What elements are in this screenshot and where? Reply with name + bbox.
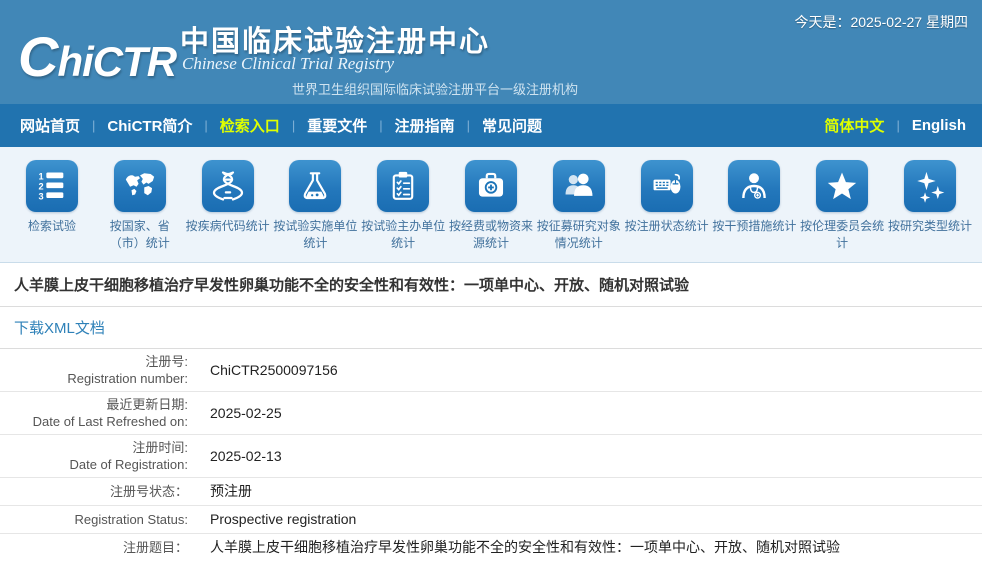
stat-item-3[interactable]: 按试验实施单位统计 xyxy=(273,160,357,262)
row-value: 2025-02-25 xyxy=(200,405,982,422)
row-label: Registration Status: xyxy=(0,511,200,528)
today-date: 今天是：2025-02-27 星期四 xyxy=(794,12,968,32)
world-map-icon xyxy=(114,160,166,212)
nav-item-3[interactable]: 重要文件 xyxy=(307,115,367,136)
nav-item-2[interactable]: 检索入口 xyxy=(220,115,280,136)
row-value: 人羊膜上皮干细胞移植治疗早发性卵巢功能不全的安全性和有效性：一项单中心、开放、随… xyxy=(200,539,982,556)
lang-item-1[interactable]: English xyxy=(912,117,966,134)
stat-item-5[interactable]: 按经费或物资来源统计 xyxy=(449,160,533,262)
row-value: 2025-02-13 xyxy=(200,448,982,465)
row-label: 注册号:Registration number: xyxy=(0,353,200,387)
table-row: 注册号状态： 预注册 xyxy=(0,478,982,506)
stat-label: 按干预措施统计 xyxy=(712,218,796,235)
row-label-en: Date of Last Refreshed on: xyxy=(0,413,188,430)
stat-item-7[interactable]: 按注册状态统计 xyxy=(625,160,709,262)
dna-icon xyxy=(202,160,254,212)
stat-label: 按试验主办单位统计 xyxy=(361,218,445,252)
stat-label: 按试验实施单位统计 xyxy=(273,218,357,252)
row-label-zh: 注册号: xyxy=(0,353,188,370)
stat-item-2[interactable]: 按疾病代码统计 xyxy=(186,160,270,262)
lang-item-0[interactable]: 简体中文 xyxy=(824,115,884,136)
nav-separator: | xyxy=(379,118,382,133)
nav-menu: 网站首页 | ChiCTR简介 | 检索入口 | 重要文件 | 注册指南 | 常见问题 xyxy=(20,115,542,136)
stat-label: 按研究类型统计 xyxy=(888,218,972,235)
row-label-zh: 最近更新日期: xyxy=(0,396,188,413)
row-label: 注册题目： xyxy=(0,539,200,556)
logo-letter-c: C xyxy=(18,25,57,88)
table-row: 最近更新日期:Date of Last Refreshed on:2025-02… xyxy=(0,392,982,435)
people-icon xyxy=(553,160,605,212)
detail-table: 注册号:Registration number:ChiCTR2500097156… xyxy=(0,349,982,561)
page-title: 人羊膜上皮干细胞移植治疗早发性卵巢功能不全的安全性和有效性：一项单中心、开放、随… xyxy=(0,263,982,307)
nav-separator: | xyxy=(467,118,470,133)
star-icon xyxy=(816,160,868,212)
table-row: 注册号:Registration number:ChiCTR2500097156 xyxy=(0,349,982,392)
page-header: ChiCTR 中国临床试验注册中心 Chinese Clinical Trial… xyxy=(0,0,982,104)
numbered-list-icon: 123 xyxy=(26,160,78,212)
sparkles-icon xyxy=(904,160,956,212)
row-value: 预注册 xyxy=(200,483,982,500)
logo-letters: hiCTR xyxy=(57,38,176,85)
row-label-zh: 注册题目： xyxy=(0,539,188,556)
stat-item-6[interactable]: 按征募研究对象情况统计 xyxy=(537,160,621,262)
nav-item-0[interactable]: 网站首页 xyxy=(20,115,80,136)
clipboard-icon xyxy=(377,160,429,212)
nav-item-4[interactable]: 注册指南 xyxy=(395,115,455,136)
nav-item-5[interactable]: 常见问题 xyxy=(482,115,542,136)
row-label-en: Registration number: xyxy=(0,370,188,387)
stat-item-0[interactable]: 123 检索试验 xyxy=(10,160,94,262)
keyboard-mouse-icon xyxy=(641,160,693,212)
medical-bag-icon xyxy=(465,160,517,212)
stat-item-9[interactable]: 按伦理委员会统计 xyxy=(800,160,884,262)
nav-item-1[interactable]: ChiCTR简介 xyxy=(107,115,192,136)
chictr-logo[interactable]: ChiCTR xyxy=(18,24,176,89)
lang-switch: 简体中文 | English xyxy=(824,115,966,136)
stat-label: 按注册状态统计 xyxy=(625,218,709,235)
row-label: 注册号状态： xyxy=(0,483,200,500)
row-label: 最近更新日期:Date of Last Refreshed on: xyxy=(0,396,200,430)
site-name-en: Chinese Clinical Trial Registry xyxy=(182,54,394,74)
row-value: ChiCTR2500097156 xyxy=(200,362,982,379)
stat-label: 按经费或物资来源统计 xyxy=(449,218,533,252)
main-nav: 网站首页 | ChiCTR简介 | 检索入口 | 重要文件 | 注册指南 | 常见问题 简体中文 | E… xyxy=(0,104,982,147)
row-label-en: Date of Registration: xyxy=(0,456,188,473)
stat-label: 按征募研究对象情况统计 xyxy=(537,218,621,252)
svg-text:3: 3 xyxy=(39,191,44,201)
stat-item-1[interactable]: 按国家、省（市）统计 xyxy=(98,160,182,262)
row-value: Prospective registration xyxy=(200,511,982,528)
row-label-zh: 注册号状态： xyxy=(0,483,188,500)
row-label: 注册时间:Date of Registration: xyxy=(0,439,200,473)
svg-text:2: 2 xyxy=(39,182,44,192)
nav-separator: | xyxy=(204,118,207,133)
svg-text:1: 1 xyxy=(39,172,44,182)
row-label-en: Registration Status: xyxy=(0,511,188,528)
download-xml-link[interactable]: 下载XML文档 xyxy=(14,317,105,338)
nav-separator: | xyxy=(292,118,295,133)
stat-label: 按伦理委员会统计 xyxy=(800,218,884,252)
row-label-zh: 注册时间: xyxy=(0,439,188,456)
stat-label: 按国家、省（市）统计 xyxy=(98,218,182,252)
who-accreditation-line: 世界卫生组织国际临床试验注册平台一级注册机构 xyxy=(292,79,578,98)
quick-stats-panel: 123 检索试验 按国家、省（市）统计按疾病代码统计按试验实施单位统计按试验主办单位… xyxy=(0,147,982,263)
stat-label: 按疾病代码统计 xyxy=(186,218,270,235)
stat-label: 检索试验 xyxy=(28,218,76,235)
stat-item-8[interactable]: 按干预措施统计 xyxy=(712,160,796,262)
stat-item-4[interactable]: 按试验主办单位统计 xyxy=(361,160,445,262)
nav-separator: | xyxy=(896,118,899,133)
flask-icon xyxy=(289,160,341,212)
stat-item-10[interactable]: 按研究类型统计 xyxy=(888,160,972,262)
doctor-icon xyxy=(728,160,780,212)
nav-separator: | xyxy=(92,118,95,133)
table-row: Registration Status: Prospective registra… xyxy=(0,506,982,534)
xml-download-row: 下载XML文档 xyxy=(0,307,982,349)
table-row: 注册时间:Date of Registration:2025-02-13 xyxy=(0,435,982,478)
table-row: 注册题目： 人羊膜上皮干细胞移植治疗早发性卵巢功能不全的安全性和有效性：一项单中心… xyxy=(0,534,982,561)
